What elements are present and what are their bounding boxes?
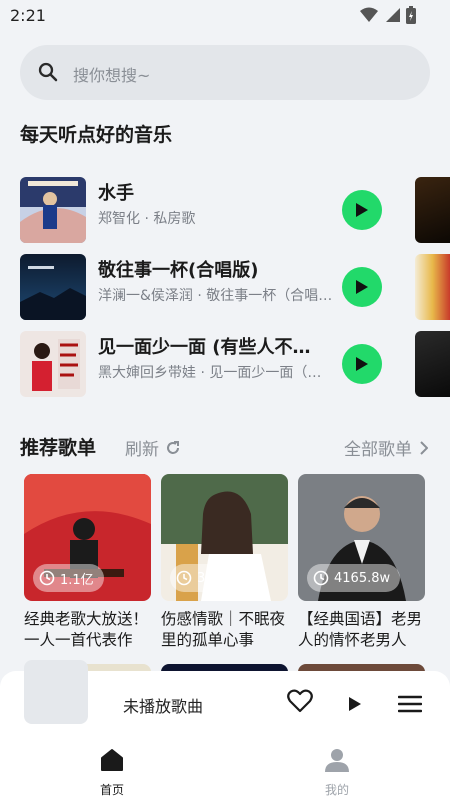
user-icon — [325, 749, 349, 772]
refresh-button[interactable]: 刷新 — [125, 435, 181, 460]
refresh-icon — [167, 440, 179, 454]
song-peek-card[interactable] — [415, 254, 450, 320]
playlist-name: 伤感情歌｜不眠夜里的孤单心事 — [161, 610, 286, 649]
clock-icon — [39, 570, 55, 586]
song-item-2[interactable]: 敬往事一杯(合唱版) 洋澜一&侯泽润 · 敬往事一杯（合唱版） — [20, 254, 382, 320]
playlist-cover: 3819w — [161, 474, 288, 601]
song-title: 敬往事一杯(合唱版) — [98, 260, 259, 281]
tab-mine[interactable]: 我的 — [297, 747, 377, 798]
player-play-button[interactable] — [348, 696, 362, 716]
menu-icon — [397, 695, 423, 713]
song-item-3[interactable]: 见一面少一面 (有些人不见就真的不见了) 黑大婶回乡带娃 · 见一面少一面（有些… — [20, 331, 382, 397]
home-icon — [101, 749, 123, 771]
playlist-cover: 4165.8w — [298, 474, 425, 601]
song-cover — [20, 331, 86, 397]
play-icon — [356, 280, 368, 294]
play-icon — [356, 357, 368, 371]
song-peek-card[interactable] — [415, 177, 450, 243]
chevron-right-icon — [420, 440, 428, 455]
playlist-card-2[interactable]: 3819w 伤感情歌｜不眠夜里的孤单心事 — [161, 474, 288, 651]
battery-icon — [406, 6, 416, 24]
signal-icon — [386, 8, 400, 22]
playlist-card-3[interactable]: 4165.8w 【经典国语】老男人的情怀老男人 — [298, 474, 425, 651]
song-subtitle: 黑大婶回乡带娃 · 见一面少一面（有些人） — [98, 365, 333, 381]
play-count: 3819w — [197, 570, 241, 586]
player-album-art — [24, 660, 88, 724]
search-placeholder[interactable]: 搜你想搜~ — [73, 62, 150, 86]
song-peek-card[interactable] — [415, 331, 450, 397]
play-icon — [356, 203, 368, 217]
play-button[interactable] — [342, 267, 382, 307]
song-item-1[interactable]: 水手 郑智化 · 私房歌 — [20, 177, 382, 243]
song-subtitle: 洋澜一&侯泽润 · 敬往事一杯（合唱版） — [98, 288, 333, 304]
section-title-daily: 每天听点好的音乐 — [20, 124, 173, 146]
status-time: 2:21 — [10, 6, 46, 25]
play-count-badge: 3819w — [170, 564, 251, 592]
mini-player[interactable]: 未播放歌曲 — [0, 660, 450, 735]
playlist-cover: 1.1亿 — [24, 474, 151, 601]
search-bar[interactable]: 搜你想搜~ — [20, 45, 430, 100]
play-button[interactable] — [342, 344, 382, 384]
refresh-label: 刷新 — [125, 440, 159, 460]
play-count: 4165.8w — [334, 570, 391, 586]
play-count-badge: 4165.8w — [307, 564, 401, 592]
wifi-icon — [360, 7, 378, 22]
clock-icon — [313, 570, 329, 586]
section-title-recommend: 推荐歌单 — [20, 437, 97, 459]
play-icon — [349, 697, 361, 711]
song-subtitle: 郑智化 · 私房歌 — [98, 211, 196, 227]
play-count-badge: 1.1亿 — [33, 564, 104, 592]
song-cover — [20, 254, 86, 320]
tab-home-label: 首页 — [99, 783, 124, 797]
song-cover — [20, 177, 86, 243]
status-icons — [360, 6, 416, 24]
playlist-name: 经典老歌大放送！一人一首代表作 — [24, 610, 149, 649]
play-count: 1.1亿 — [60, 572, 94, 588]
bottom-tab-bar: 首页 我的 — [0, 735, 450, 800]
playlist-card-1[interactable]: 1.1亿 经典老歌大放送！一人一首代表作 — [24, 474, 151, 651]
play-button[interactable] — [342, 190, 382, 230]
playlist-queue-button[interactable] — [397, 695, 423, 717]
heart-icon — [287, 689, 313, 713]
playlist-name: 【经典国语】老男人的情怀老男人 — [298, 610, 423, 649]
like-button[interactable] — [287, 689, 313, 717]
search-icon — [38, 62, 58, 82]
clock-icon — [176, 570, 192, 586]
song-title: 水手 — [98, 183, 134, 204]
song-title: 见一面少一面 (有些人不见就真的不见了) — [98, 337, 328, 358]
status-bar: 2:21 — [0, 0, 450, 32]
all-playlists-label: 全部歌单 — [344, 440, 412, 460]
tab-home[interactable]: 首页 — [72, 747, 152, 798]
all-playlists-link[interactable]: 全部歌单 — [344, 435, 428, 460]
tab-mine-label: 我的 — [324, 783, 349, 797]
player-song-label: 未播放歌曲 — [123, 697, 204, 716]
